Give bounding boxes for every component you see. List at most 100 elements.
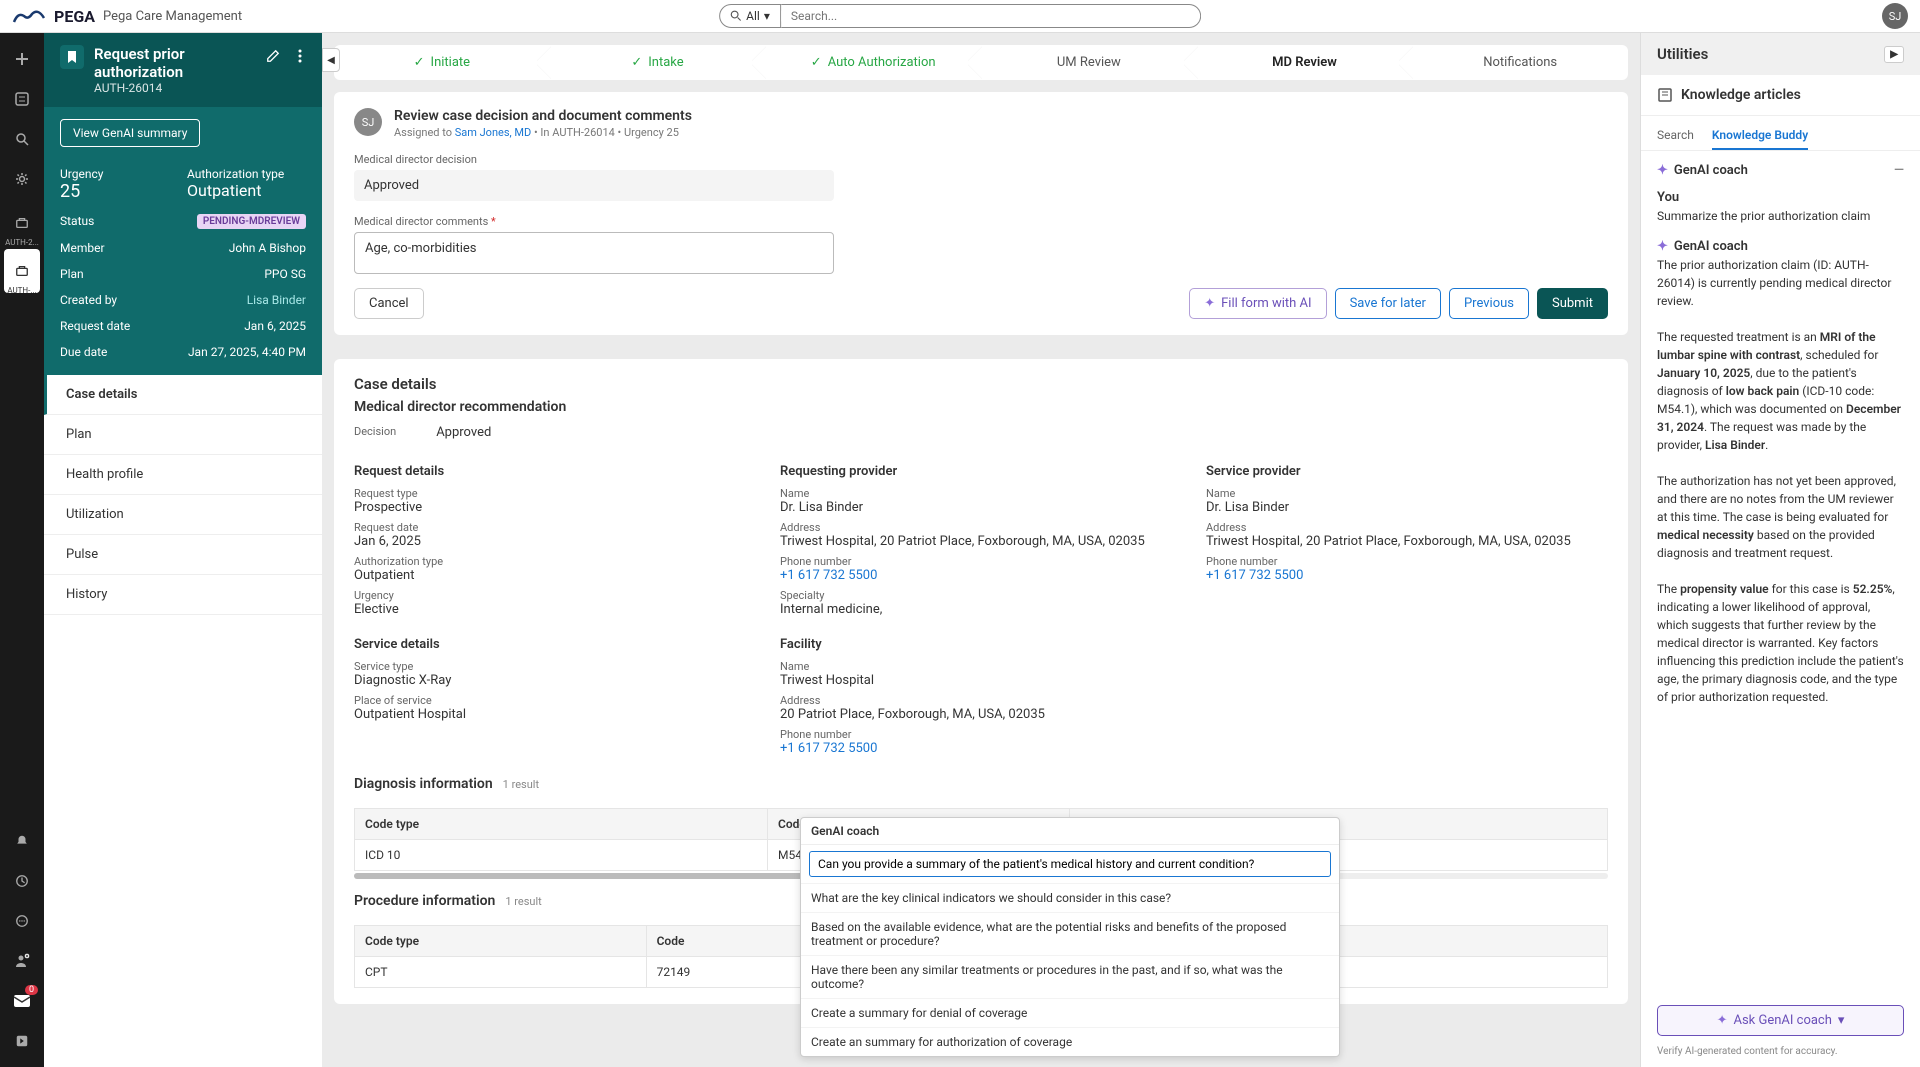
side-nav-plan[interactable]: Plan: [44, 415, 322, 455]
suggestion-input[interactable]: [809, 851, 1331, 877]
sparkle-icon: ✦: [1717, 1013, 1728, 1028]
case-meta: Urgency25 Authorization typeOutpatient S…: [44, 159, 322, 375]
stage-intake[interactable]: ✓Intake: [550, 45, 766, 80]
bookmark-icon[interactable]: [60, 45, 84, 69]
person-plus-icon[interactable]: [4, 943, 40, 979]
tab-search[interactable]: Search: [1657, 122, 1694, 150]
chevron-down-icon: ▾: [764, 9, 770, 23]
case-sidebar: Request prior authorization AUTH-26014 V…: [44, 33, 322, 1067]
pega-wordmark: PEGA: [54, 7, 95, 26]
comments-input[interactable]: Age, co-morbidities: [354, 232, 834, 274]
assignee-link[interactable]: Sam Jones, MD: [455, 126, 532, 139]
case-id: AUTH-26014: [94, 81, 252, 95]
requesting-phone-link[interactable]: +1 617 732 5500: [780, 568, 1182, 583]
you-label: You: [1657, 190, 1904, 205]
suggestion-item[interactable]: Have there been any similar treatments o…: [801, 955, 1339, 998]
genai-suggestions-popup: GenAI coach What are the key clinical in…: [800, 817, 1340, 1057]
tab-knowledge-buddy[interactable]: Knowledge Buddy: [1712, 122, 1808, 150]
sparkle-icon: ✦: [1657, 163, 1668, 178]
check-icon: ✓: [811, 55, 822, 70]
genai-coach-header[interactable]: ✦GenAI coach —: [1641, 151, 1920, 190]
notification-badge: 0: [25, 985, 38, 995]
check-icon: ✓: [414, 55, 425, 70]
service-phone-link[interactable]: +1 617 732 5500: [1206, 568, 1608, 583]
stage-bar: ✓Initiate ✓Intake ✓Auto Authorization UM…: [334, 45, 1628, 80]
decision-value: Approved: [354, 170, 834, 201]
view-genai-summary-button[interactable]: View GenAI summary: [60, 119, 200, 147]
clock-icon[interactable]: [4, 863, 40, 899]
utilities-header: Utilities ▶: [1641, 33, 1920, 75]
create-button[interactable]: [4, 41, 40, 77]
previous-button[interactable]: Previous: [1449, 288, 1529, 319]
envelope-icon[interactable]: 0: [4, 983, 40, 1019]
stage-md-review[interactable]: MD Review: [1197, 45, 1413, 80]
stage-notifications[interactable]: Notifications: [1412, 45, 1628, 80]
case-tab-1[interactable]: AUTH-2...: [4, 201, 40, 245]
case-tab-2[interactable]: AUTH-...: [4, 249, 40, 293]
facility-phone-link[interactable]: +1 617 732 5500: [780, 741, 1182, 756]
pega-logo-icon: [12, 8, 46, 24]
gear-icon[interactable]: [4, 161, 40, 197]
review-title: Review case decision and document commen…: [394, 108, 692, 124]
stage-auto-auth[interactable]: ✓Auto Authorization: [765, 45, 981, 80]
more-icon[interactable]: [294, 45, 306, 67]
side-nav-history[interactable]: History: [44, 575, 322, 615]
left-rail: AUTH-2... AUTH-... 0: [0, 33, 44, 1067]
coach-body: You Summarize the prior authorization cl…: [1641, 190, 1920, 995]
assignee-avatar: SJ: [354, 108, 382, 136]
main-content: ◀ ✓Initiate ✓Intake ✓Auto Authorization …: [322, 33, 1640, 1067]
case-details-heading: Case details: [354, 375, 1608, 393]
stage-um-review[interactable]: UM Review: [981, 45, 1197, 80]
collapse-sidebar-button[interactable]: ◀: [322, 48, 340, 72]
decision-label: Medical director decision: [354, 153, 1608, 166]
search-input[interactable]: [781, 4, 1201, 28]
bell-icon[interactable]: [4, 823, 40, 859]
top-bar: PEGA Pega Care Management All ▾ SJ: [0, 0, 1920, 33]
edit-icon[interactable]: [262, 45, 284, 67]
fill-form-ai-button[interactable]: ✦Fill form with AI: [1189, 288, 1326, 319]
coach-label: ✦GenAI coach: [1657, 239, 1904, 254]
zoom-icon[interactable]: [4, 121, 40, 157]
side-nav-pulse[interactable]: Pulse: [44, 535, 322, 575]
list-icon[interactable]: [4, 81, 40, 117]
utilities-panel: Utilities ▶ Knowledge articles Search Kn…: [1640, 33, 1920, 1067]
suggestion-item[interactable]: What are the key clinical indicators we …: [801, 883, 1339, 912]
comments-label: Medical director comments *: [354, 215, 1608, 228]
chat-icon[interactable]: [4, 903, 40, 939]
check-icon: ✓: [631, 55, 642, 70]
minus-icon: —: [1894, 163, 1904, 178]
recommendation-heading: Medical director recommendation: [354, 399, 1608, 415]
user-avatar[interactable]: SJ: [1882, 3, 1908, 29]
stage-initiate[interactable]: ✓Initiate: [334, 45, 550, 80]
status-badge: PENDING-MDREVIEW: [197, 214, 306, 229]
coach-message: The prior authorization claim (ID: AUTH-…: [1657, 256, 1904, 706]
verify-disclaimer: Verify AI-generated content for accuracy…: [1641, 1046, 1920, 1067]
expand-icon[interactable]: [4, 1023, 40, 1059]
side-nav-health[interactable]: Health profile: [44, 455, 322, 495]
search-scope-selector[interactable]: All ▾: [719, 4, 781, 28]
suggestion-item[interactable]: Create a summary for denial of coverage: [801, 998, 1339, 1027]
knowledge-heading: Knowledge articles: [1657, 87, 1904, 103]
diagnosis-heading: Diagnosis information: [354, 776, 493, 792]
submit-button[interactable]: Submit: [1537, 288, 1608, 319]
cancel-button[interactable]: Cancel: [354, 288, 424, 319]
chevron-down-icon: ▾: [1838, 1013, 1845, 1028]
search-container: All ▾: [719, 4, 1201, 28]
app-name: Pega Care Management: [103, 9, 242, 24]
side-nav-case-details[interactable]: Case details: [44, 375, 322, 415]
side-nav-utilization[interactable]: Utilization: [44, 495, 322, 535]
sparkle-icon: ✦: [1204, 296, 1215, 311]
expand-icon[interactable]: ▶: [1884, 46, 1904, 63]
side-nav: Case details Plan Health profile Utiliza…: [44, 375, 322, 1067]
case-title: Request prior authorization: [94, 45, 252, 81]
logo: PEGA Pega Care Management: [12, 7, 242, 26]
procedure-heading: Procedure information: [354, 893, 495, 909]
book-icon: [1657, 87, 1673, 103]
review-form-card: SJ Review case decision and document com…: [334, 92, 1628, 335]
suggestion-item[interactable]: Based on the available evidence, what ar…: [801, 912, 1339, 955]
review-meta: Assigned to Sam Jones, MD • In AUTH-2601…: [394, 126, 692, 139]
created-by-link[interactable]: Lisa Binder: [247, 293, 306, 307]
save-later-button[interactable]: Save for later: [1335, 288, 1441, 319]
ask-genai-coach-button[interactable]: ✦Ask GenAI coach▾: [1657, 1005, 1904, 1036]
suggestion-item[interactable]: Create an summary for authorization of c…: [801, 1027, 1339, 1056]
